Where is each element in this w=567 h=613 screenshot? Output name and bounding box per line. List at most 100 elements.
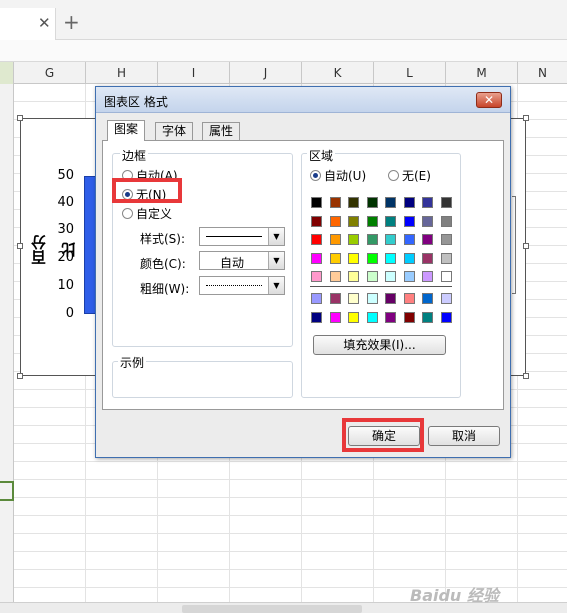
- color-swatch[interactable]: [329, 293, 341, 304]
- column-header-g[interactable]: G: [14, 62, 86, 84]
- chevron-down-icon[interactable]: ▼: [268, 228, 284, 245]
- solid-line-preview: [206, 236, 262, 237]
- resize-handle[interactable]: [523, 115, 529, 121]
- color-swatch[interactable]: [385, 311, 396, 323]
- color-swatch[interactable]: [385, 252, 396, 264]
- column-header-m[interactable]: M: [446, 62, 518, 84]
- color-swatch[interactable]: [311, 252, 322, 264]
- area-auto-option[interactable]: 自动(U): [310, 167, 366, 184]
- color-swatch[interactable]: [311, 311, 322, 323]
- radio-button[interactable]: [388, 170, 399, 181]
- color-swatch[interactable]: [348, 215, 359, 227]
- color-swatch[interactable]: [403, 234, 415, 245]
- color-swatch[interactable]: [385, 234, 396, 245]
- color-swatch[interactable]: [348, 271, 359, 282]
- color-swatch[interactable]: [422, 215, 433, 227]
- color-swatch[interactable]: [329, 215, 341, 227]
- radio-button[interactable]: [122, 208, 133, 219]
- color-swatch[interactable]: [385, 293, 396, 304]
- color-swatch[interactable]: [440, 215, 452, 227]
- row-header: [0, 84, 14, 604]
- line-color-select[interactable]: 自动 ▼: [199, 251, 285, 270]
- weight-label: 粗细(W):: [140, 282, 190, 296]
- color-swatch[interactable]: [366, 293, 378, 304]
- resize-handle[interactable]: [523, 243, 529, 249]
- color-swatch[interactable]: [422, 293, 433, 304]
- color-swatch[interactable]: [422, 271, 433, 282]
- color-swatch[interactable]: [366, 252, 378, 264]
- close-icon[interactable]: ✕: [476, 92, 502, 108]
- color-swatch[interactable]: [311, 234, 322, 245]
- color-swatch[interactable]: [403, 215, 415, 227]
- color-swatch[interactable]: [311, 271, 322, 282]
- fill-effects-button[interactable]: 填充效果(I)...: [313, 335, 446, 355]
- color-swatch[interactable]: [311, 293, 322, 304]
- line-style-select[interactable]: ▼: [199, 227, 285, 246]
- color-swatch[interactable]: [366, 197, 378, 208]
- radio-button-selected[interactable]: [310, 170, 321, 181]
- color-swatch[interactable]: [440, 311, 452, 323]
- dialog-titlebar[interactable]: 图表区 格式 ✕: [96, 87, 510, 113]
- color-swatch[interactable]: [348, 252, 359, 264]
- format-chart-area-dialog: 图表区 格式 ✕ 图案 字体 属性 边框 自动(A) 无(N) 自定义 样式(S…: [95, 86, 511, 458]
- add-icon[interactable]: +: [63, 12, 80, 32]
- color-swatch[interactable]: [329, 197, 341, 208]
- color-swatch[interactable]: [440, 293, 452, 304]
- cancel-button[interactable]: 取消: [428, 426, 500, 446]
- chevron-down-icon[interactable]: ▼: [268, 277, 284, 294]
- column-header-l[interactable]: L: [374, 62, 446, 84]
- color-swatch[interactable]: [329, 271, 341, 282]
- selected-cell[interactable]: [0, 481, 14, 501]
- color-swatch[interactable]: [403, 252, 415, 264]
- watermark-text: Baidu 经验: [410, 586, 499, 605]
- color-swatch[interactable]: [329, 252, 341, 264]
- chevron-down-icon[interactable]: ▼: [268, 252, 284, 269]
- color-swatch[interactable]: [348, 197, 359, 208]
- color-swatch[interactable]: [403, 197, 415, 208]
- color-swatch[interactable]: [422, 252, 433, 264]
- color-swatch[interactable]: [348, 311, 359, 323]
- column-header-h[interactable]: H: [86, 62, 158, 84]
- area-none-option[interactable]: 无(E): [388, 167, 431, 184]
- scrollbar-thumb[interactable]: [182, 605, 362, 613]
- color-swatch[interactable]: [385, 271, 396, 282]
- color-swatch[interactable]: [311, 215, 322, 227]
- color-swatch[interactable]: [348, 293, 359, 304]
- color-swatch[interactable]: [348, 234, 359, 245]
- column-header-i[interactable]: I: [158, 62, 230, 84]
- resize-handle[interactable]: [17, 243, 23, 249]
- color-swatch[interactable]: [366, 271, 378, 282]
- color-swatch[interactable]: [329, 311, 341, 323]
- color-swatch[interactable]: [440, 234, 452, 245]
- resize-handle[interactable]: [17, 115, 23, 121]
- border-group-label: 边框: [120, 147, 149, 164]
- color-swatch[interactable]: [366, 215, 378, 227]
- color-swatch[interactable]: [422, 234, 433, 245]
- close-icon[interactable]: ✕: [38, 15, 51, 31]
- color-swatch[interactable]: [385, 197, 396, 208]
- color-swatch[interactable]: [440, 271, 452, 282]
- color-swatch[interactable]: [422, 197, 433, 208]
- color-swatch[interactable]: [403, 271, 415, 282]
- line-weight-select[interactable]: ▼: [199, 276, 285, 295]
- color-swatch[interactable]: [311, 197, 322, 208]
- color-swatch[interactable]: [422, 311, 433, 323]
- tab-property[interactable]: 属性: [202, 122, 241, 140]
- color-swatch[interactable]: [440, 197, 452, 208]
- color-swatch[interactable]: [440, 252, 452, 264]
- color-swatch[interactable]: [385, 215, 396, 227]
- tab-pattern[interactable]: 图案: [107, 120, 146, 141]
- color-swatch[interactable]: [329, 234, 341, 245]
- border-custom-option[interactable]: 自定义: [122, 205, 172, 222]
- color-swatch[interactable]: [403, 311, 415, 323]
- color-swatch[interactable]: [366, 234, 378, 245]
- color-swatch[interactable]: [366, 311, 378, 323]
- resize-handle[interactable]: [523, 373, 529, 379]
- column-header-n[interactable]: N: [518, 62, 567, 84]
- select-all-corner[interactable]: [0, 62, 14, 84]
- column-header-k[interactable]: K: [302, 62, 374, 84]
- resize-handle[interactable]: [17, 373, 23, 379]
- color-swatch[interactable]: [403, 293, 415, 304]
- column-header-j[interactable]: J: [230, 62, 302, 84]
- tab-font[interactable]: 字体: [155, 122, 194, 140]
